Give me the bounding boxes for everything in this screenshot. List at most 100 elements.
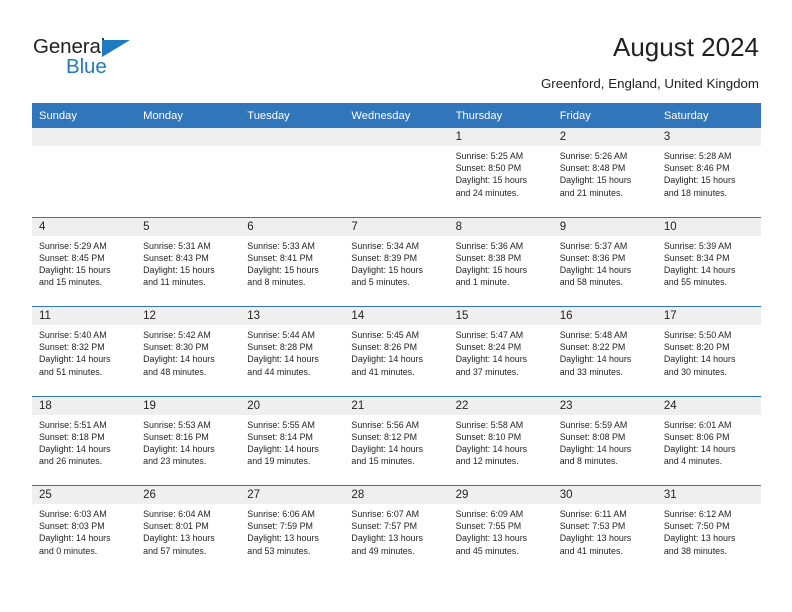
calendar-day-cell[interactable]: 12 Sunrise: 5:42 AM Sunset: 8:30 PM Dayligh…	[136, 306, 241, 396]
daylight-duration-line1: Daylight: 13 hours	[559, 533, 632, 544]
calendar-day-cell[interactable]: 1 Sunrise: 5:25 AM Sunset: 8:50 PM Daylight…	[448, 128, 553, 217]
sunrise-time: Sunrise: 5:36 AM	[455, 240, 524, 251]
day-number: 19	[136, 396, 241, 415]
daylight-duration-line2: and 11 minutes.	[143, 277, 206, 288]
daylight-duration-line1: Daylight: 14 hours	[559, 354, 632, 365]
day-number: 13	[240, 307, 345, 325]
calendar-day-cell[interactable]: 9 Sunrise: 5:37 AM Sunset: 8:36 PM Daylight…	[552, 216, 657, 307]
calendar-day-cell[interactable]: 20 Sunrise: 5:55 AM Sunset: 8:14 PM Dayligh…	[240, 395, 345, 486]
calendar-day-cell[interactable]: 16 Sunrise: 5:48 AM Sunset: 8:22 PM Dayligh…	[552, 306, 657, 396]
sunset-time: Sunset: 8:26 PM	[351, 342, 418, 353]
calendar-day-cell[interactable]: 15 Sunrise: 5:47 AM Sunset: 8:24 PM Dayligh…	[448, 306, 553, 396]
day-number: 28	[344, 486, 449, 504]
day-sun-info: Sunrise: 6:07 AM Sunset: 7:57 PM Daylight:…	[344, 504, 448, 557]
sunrise-time: Sunrise: 5:59 AM	[559, 419, 628, 430]
day-cell-content	[344, 128, 449, 216]
calendar-day-cell[interactable]: 21 Sunrise: 5:56 AM Sunset: 8:12 PM Dayligh…	[344, 395, 449, 486]
sunset-time: Sunset: 8:10 PM	[455, 431, 522, 442]
sunrise-time: Sunrise: 5:33 AM	[247, 240, 315, 251]
sunrise-time: Sunrise: 6:01 AM	[663, 419, 732, 430]
daylight-duration-line1: Daylight: 14 hours	[247, 443, 319, 454]
day-number: 24	[656, 396, 761, 415]
calendar-day-cell[interactable]: 3 Sunrise: 5:28 AM Sunset: 8:46 PM Daylight…	[656, 128, 761, 217]
day-cell-content: 31 Sunrise: 6:12 AM Sunset: 7:50 PM Dayligh…	[656, 486, 761, 574]
sunset-time: Sunset: 8:43 PM	[143, 252, 209, 263]
calendar-page: General Blue August 2024 Greenford, Engl…	[0, 0, 792, 612]
day-number: 31	[656, 486, 761, 504]
calendar-day-cell[interactable]: 2 Sunrise: 5:26 AM Sunset: 8:48 PM Daylight…	[552, 128, 657, 217]
calendar-day-cell[interactable]: 28 Sunrise: 6:07 AM Sunset: 7:57 PM Dayligh…	[344, 485, 449, 575]
sunrise-time: Sunrise: 5:42 AM	[143, 330, 211, 340]
day-sun-info: Sunrise: 5:59 AM Sunset: 8:08 PM Daylight:…	[553, 415, 657, 468]
calendar-day-cell[interactable]: 10 Sunrise: 5:39 AM Sunset: 8:34 PM Dayligh…	[656, 216, 761, 307]
calendar-day-cell[interactable]: 22 Sunrise: 5:58 AM Sunset: 8:10 PM Dayligh…	[448, 395, 553, 486]
sunrise-time: Sunrise: 6:04 AM	[143, 509, 211, 519]
calendar-day-cell[interactable]: 26 Sunrise: 6:04 AM Sunset: 8:01 PM Dayligh…	[136, 485, 241, 575]
day-cell-content: 5 Sunrise: 5:31 AM Sunset: 8:43 PM Daylight…	[136, 217, 241, 306]
calendar-day-cell[interactable]: 6 Sunrise: 5:33 AM Sunset: 8:41 PM Daylight…	[240, 216, 345, 307]
calendar-day-cell[interactable]: 19 Sunrise: 5:53 AM Sunset: 8:16 PM Dayligh…	[136, 395, 241, 486]
day-sun-info: Sunrise: 5:36 AM Sunset: 8:38 PM Daylight:…	[449, 236, 553, 289]
daylight-duration-line1: Daylight: 14 hours	[663, 264, 736, 275]
daylight-duration-line2: and 4 minutes.	[663, 456, 723, 467]
daylight-duration-line1: Daylight: 14 hours	[351, 354, 423, 365]
sunrise-time: Sunrise: 5:55 AM	[247, 419, 315, 430]
sunrise-time: Sunrise: 6:12 AM	[663, 509, 732, 519]
day-number: 25	[32, 486, 137, 504]
calendar-week-row: 1 Sunrise: 5:25 AM Sunset: 8:50 PM Daylight…	[32, 128, 761, 217]
sunset-time: Sunset: 8:08 PM	[559, 431, 626, 442]
calendar-day-cell[interactable]: 25 Sunrise: 6:03 AM Sunset: 8:03 PM Dayligh…	[32, 485, 137, 575]
day-number: 14	[344, 307, 449, 325]
daylight-duration-line2: and 37 minutes.	[455, 366, 519, 377]
calendar-day-cell-empty	[344, 128, 449, 217]
daylight-duration-line1: Daylight: 13 hours	[143, 533, 215, 544]
sunrise-time: Sunrise: 5:47 AM	[455, 330, 524, 340]
day-cell-content: 25 Sunrise: 6:03 AM Sunset: 8:03 PM Dayligh…	[32, 486, 137, 574]
day-number: 6	[240, 217, 345, 236]
sunrise-time: Sunrise: 6:07 AM	[351, 509, 420, 519]
day-number: 3	[656, 128, 761, 146]
day-number	[344, 128, 449, 146]
day-sun-info: Sunrise: 5:53 AM Sunset: 8:16 PM Daylight:…	[136, 415, 240, 468]
calendar-day-cell[interactable]: 24 Sunrise: 6:01 AM Sunset: 8:06 PM Dayligh…	[656, 395, 761, 486]
day-sun-info: Sunrise: 5:26 AM Sunset: 8:48 PM Daylight:…	[553, 146, 657, 199]
day-sun-info: Sunrise: 6:03 AM Sunset: 8:03 PM Daylight:…	[32, 504, 136, 557]
daylight-duration-line1: Daylight: 14 hours	[663, 354, 736, 365]
sunset-time: Sunset: 8:46 PM	[663, 163, 730, 174]
day-number: 1	[448, 128, 553, 146]
daylight-duration-line1: Daylight: 15 hours	[663, 175, 736, 186]
calendar-day-cell[interactable]: 31 Sunrise: 6:12 AM Sunset: 7:50 PM Dayligh…	[656, 485, 761, 575]
day-cell-content: 21 Sunrise: 5:56 AM Sunset: 8:12 PM Dayligh…	[344, 396, 449, 485]
calendar-day-cell[interactable]: 29 Sunrise: 6:09 AM Sunset: 7:55 PM Dayligh…	[448, 485, 553, 575]
calendar-day-cell-empty	[136, 128, 241, 217]
calendar-day-cell[interactable]: 11 Sunrise: 5:40 AM Sunset: 8:32 PM Dayligh…	[32, 306, 137, 396]
calendar-day-cell[interactable]: 23 Sunrise: 5:59 AM Sunset: 8:08 PM Dayligh…	[552, 395, 657, 486]
calendar-day-cell[interactable]: 7 Sunrise: 5:34 AM Sunset: 8:39 PM Daylight…	[344, 216, 449, 307]
day-cell-content: 10 Sunrise: 5:39 AM Sunset: 8:34 PM Dayligh…	[656, 217, 761, 306]
daylight-duration-line1: Daylight: 13 hours	[663, 533, 736, 544]
calendar-day-cell[interactable]: 4 Sunrise: 5:29 AM Sunset: 8:45 PM Daylight…	[32, 216, 137, 307]
day-number: 4	[32, 217, 137, 236]
daylight-duration-line1: Daylight: 14 hours	[143, 354, 215, 365]
calendar-day-cell[interactable]: 5 Sunrise: 5:31 AM Sunset: 8:43 PM Daylight…	[136, 216, 241, 307]
calendar-day-cell[interactable]: 8 Sunrise: 5:36 AM Sunset: 8:38 PM Daylight…	[448, 216, 553, 307]
sunset-time: Sunset: 8:41 PM	[247, 252, 313, 263]
calendar-day-cell[interactable]: 18 Sunrise: 5:51 AM Sunset: 8:18 PM Dayligh…	[32, 395, 137, 486]
calendar-day-cell[interactable]: 13 Sunrise: 5:44 AM Sunset: 8:28 PM Dayligh…	[240, 306, 345, 396]
sunrise-time: Sunrise: 5:58 AM	[455, 419, 524, 430]
calendar-day-cell[interactable]: 30 Sunrise: 6:11 AM Sunset: 7:53 PM Dayligh…	[552, 485, 657, 575]
sunset-time: Sunset: 8:45 PM	[39, 252, 105, 263]
sunrise-time: Sunrise: 6:06 AM	[247, 509, 315, 519]
calendar-day-cell[interactable]: 17 Sunrise: 5:50 AM Sunset: 8:20 PM Dayligh…	[656, 306, 761, 396]
day-sun-info: Sunrise: 5:40 AM Sunset: 8:32 PM Daylight:…	[32, 325, 136, 378]
sunset-time: Sunset: 7:59 PM	[247, 521, 313, 532]
day-cell-content: 20 Sunrise: 5:55 AM Sunset: 8:14 PM Dayligh…	[240, 396, 345, 485]
calendar-day-cell[interactable]: 27 Sunrise: 6:06 AM Sunset: 7:59 PM Dayligh…	[240, 485, 345, 575]
day-number: 30	[552, 486, 657, 504]
sunset-time: Sunset: 7:53 PM	[559, 521, 626, 532]
calendar-day-cell[interactable]: 14 Sunrise: 5:45 AM Sunset: 8:26 PM Dayligh…	[344, 306, 449, 396]
day-number: 8	[448, 217, 553, 236]
brand-logo[interactable]: General Blue	[33, 36, 203, 83]
day-number: 2	[552, 128, 657, 146]
day-number: 10	[656, 217, 761, 236]
